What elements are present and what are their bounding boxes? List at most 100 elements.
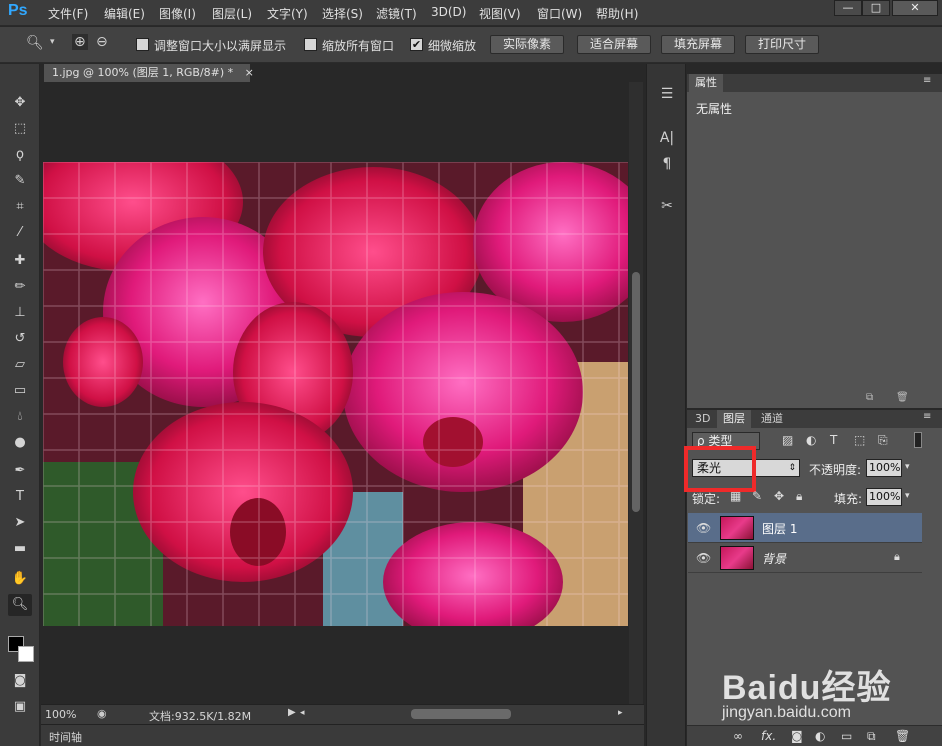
layers-menu-icon[interactable]: ≡ bbox=[923, 411, 931, 422]
tab-layers[interactable]: 图层 bbox=[717, 410, 751, 428]
zoom-in-icon[interactable]: ⊕ bbox=[72, 34, 88, 50]
hand-tool-icon[interactable]: ✋ bbox=[8, 568, 32, 590]
watermark-brand: Baidu经验 bbox=[722, 669, 892, 707]
properties-create-icon[interactable]: ⧉ bbox=[866, 392, 873, 403]
blur-tool-icon[interactable]: 💧︎ bbox=[8, 406, 32, 428]
lock-position-icon[interactable]: ✥ bbox=[774, 489, 784, 503]
maximize-button[interactable]: □ bbox=[862, 0, 890, 16]
timeline-panel-tab[interactable]: 时间轴 bbox=[41, 724, 644, 746]
lasso-tool-icon[interactable]: ϙ bbox=[8, 144, 32, 166]
horizontal-scroll-thumb[interactable] bbox=[411, 709, 511, 719]
panel-menu-icon[interactable]: ≡ bbox=[923, 75, 931, 86]
quick-select-tool-icon[interactable]: ✎ bbox=[8, 170, 32, 192]
filter-shape-icon[interactable]: ⬚ bbox=[854, 433, 865, 447]
eraser-tool-icon[interactable]: ▱ bbox=[8, 354, 32, 376]
new-layer-icon[interactable]: ⧉ bbox=[867, 729, 876, 744]
history-brush-tool-icon[interactable]: ↺ bbox=[8, 328, 32, 350]
fit-screen-button[interactable]: 适合屏幕 bbox=[577, 35, 651, 54]
quick-mask-icon[interactable]: ◙ bbox=[8, 670, 32, 692]
actual-pixels-button[interactable]: 实际像素 bbox=[490, 35, 564, 54]
visibility-eye-icon[interactable]: 👁︎ bbox=[696, 521, 711, 535]
close-tab-icon[interactable]: × bbox=[245, 66, 254, 79]
scroll-left-icon[interactable]: ◂ bbox=[300, 708, 305, 718]
type-tool-icon[interactable]: T bbox=[8, 486, 32, 508]
fill-screen-button[interactable]: 填充屏幕 bbox=[661, 35, 735, 54]
path-selection-tool-icon[interactable]: ➤ bbox=[8, 512, 32, 534]
filter-toggle-switch[interactable] bbox=[914, 432, 922, 448]
opacity-input[interactable]: 100% bbox=[866, 459, 902, 477]
zoom-out-icon[interactable]: ⊖ bbox=[96, 34, 108, 50]
history-panel-icon[interactable]: ☰ bbox=[657, 86, 677, 106]
zoom-tool-icon[interactable]: 🔍︎ bbox=[8, 594, 32, 616]
status-info-icon[interactable]: ◉ bbox=[97, 707, 107, 720]
menu-layer[interactable]: 图层(L) bbox=[212, 5, 252, 22]
filter-smart-object-icon[interactable]: ⎘ bbox=[878, 433, 888, 448]
add-mask-icon[interactable]: ◙ bbox=[791, 729, 803, 743]
fill-input[interactable]: 100% bbox=[866, 488, 902, 506]
tool-presets-icon[interactable]: ✂ bbox=[657, 198, 677, 218]
zoom-tool-icon[interactable]: 🔍︎ bbox=[26, 35, 44, 51]
layers-tabbar: 3D 图层 通道 ≡ bbox=[687, 410, 942, 428]
zoom-level[interactable]: 100% bbox=[45, 708, 76, 721]
menu-view[interactable]: 视图(V) bbox=[479, 5, 521, 22]
tool-preset-chevron-icon[interactable]: ▾ bbox=[50, 37, 55, 47]
scroll-right-icon[interactable]: ▸ bbox=[618, 708, 623, 718]
vertical-scroll-thumb[interactable] bbox=[632, 272, 640, 512]
menu-edit[interactable]: 编辑(E) bbox=[104, 5, 145, 22]
background-color-swatch[interactable] bbox=[18, 646, 34, 662]
layer-row-layer1[interactable]: 👁︎ 图层 1 bbox=[688, 513, 922, 543]
panel-dock: ☰ A| ¶ ✂ bbox=[646, 64, 686, 746]
canvas-image[interactable] bbox=[43, 162, 628, 626]
gradient-tool-icon[interactable]: ▭ bbox=[8, 380, 32, 402]
layer-thumbnail bbox=[720, 546, 754, 570]
character-panel-icon[interactable]: A| bbox=[657, 130, 677, 150]
minimize-button[interactable]: — bbox=[834, 0, 862, 16]
status-menu-arrow-icon[interactable]: ▶ bbox=[288, 707, 296, 718]
crop-tool-icon[interactable]: ⌗ bbox=[8, 196, 32, 218]
link-layers-icon[interactable]: ∞ bbox=[733, 729, 743, 743]
zoom-all-checkbox[interactable] bbox=[304, 38, 317, 51]
lock-pixels-icon[interactable]: ✎ bbox=[752, 489, 762, 503]
lock-all-icon[interactable]: 🔒︎ bbox=[796, 489, 802, 504]
rectangle-tool-icon[interactable]: ▬ bbox=[8, 538, 32, 560]
layer-effects-icon[interactable]: fx. bbox=[761, 729, 776, 743]
print-size-button[interactable]: 打印尺寸 bbox=[745, 35, 819, 54]
tab-properties[interactable]: 属性 bbox=[689, 74, 723, 92]
filter-pixel-icon[interactable]: ▨ bbox=[782, 433, 793, 447]
clone-stamp-tool-icon[interactable]: ⊥ bbox=[8, 302, 32, 324]
menu-window[interactable]: 窗口(W) bbox=[537, 5, 582, 22]
delete-layer-icon[interactable]: 🗑︎ bbox=[895, 729, 910, 743]
properties-trash-icon[interactable]: 🗑︎ bbox=[896, 392, 909, 403]
eyedropper-tool-icon[interactable]: ⁄ bbox=[8, 222, 32, 244]
layer-row-background[interactable]: 👁︎ 背景 🔒︎ bbox=[688, 543, 922, 573]
tab-channels[interactable]: 通道 bbox=[755, 410, 789, 428]
visibility-eye-icon[interactable]: 👁︎ bbox=[696, 551, 711, 565]
menu-filter[interactable]: 滤镜(T) bbox=[376, 5, 417, 22]
document-tab[interactable]: 1.jpg @ 100% (图层 1, RGB/8#) * × bbox=[44, 64, 254, 82]
menu-image[interactable]: 图像(I) bbox=[159, 5, 196, 22]
tab-3d[interactable]: 3D bbox=[689, 410, 716, 428]
menu-file[interactable]: 文件(F) bbox=[48, 5, 88, 22]
adjustment-layer-icon[interactable]: ◐ bbox=[815, 729, 825, 743]
fill-chevron-icon[interactable]: ▾ bbox=[905, 491, 910, 501]
menu-3d[interactable]: 3D(D) bbox=[431, 5, 466, 19]
lock-transparent-icon[interactable]: ▦ bbox=[730, 489, 741, 503]
pen-tool-icon[interactable]: ✒ bbox=[8, 460, 32, 482]
marquee-tool-icon[interactable]: ⬚ bbox=[8, 118, 32, 140]
scrubby-zoom-checkbox[interactable]: ✔ bbox=[410, 38, 423, 51]
screen-mode-icon[interactable]: ▣ bbox=[8, 696, 32, 718]
opacity-chevron-icon[interactable]: ▾ bbox=[905, 462, 910, 472]
move-tool-icon[interactable]: ✥ bbox=[8, 92, 32, 114]
new-group-icon[interactable]: ▭ bbox=[841, 729, 852, 743]
menu-help[interactable]: 帮助(H) bbox=[596, 5, 638, 22]
healing-brush-tool-icon[interactable]: ✚ bbox=[8, 250, 32, 272]
filter-type-icon[interactable]: T bbox=[830, 433, 837, 447]
close-window-button[interactable]: ✕ bbox=[892, 0, 938, 16]
resize-windows-checkbox[interactable] bbox=[136, 38, 149, 51]
menu-select[interactable]: 选择(S) bbox=[322, 5, 363, 22]
filter-adjustment-icon[interactable]: ◐ bbox=[806, 433, 816, 447]
paragraph-panel-icon[interactable]: ¶ bbox=[657, 156, 677, 176]
brush-tool-icon[interactable]: ✏ bbox=[8, 276, 32, 298]
menu-type[interactable]: 文字(Y) bbox=[267, 5, 308, 22]
dodge-tool-icon[interactable]: ● bbox=[8, 432, 32, 454]
